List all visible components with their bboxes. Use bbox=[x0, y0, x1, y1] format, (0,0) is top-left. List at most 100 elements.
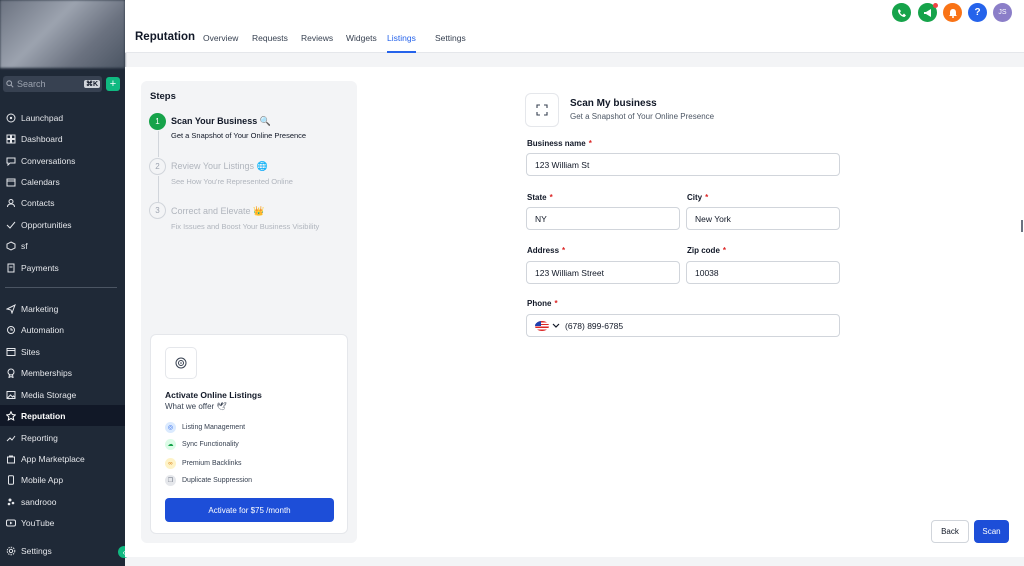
sidebar-item-dashboard[interactable]: Dashboard bbox=[0, 128, 125, 149]
listing-management-icon: ◎ bbox=[165, 422, 176, 433]
tab-listings[interactable]: Listings bbox=[387, 33, 416, 53]
tab-widgets[interactable]: Widgets bbox=[346, 33, 377, 53]
sidebar-item-label: Settings bbox=[21, 545, 52, 556]
sidebar-item-opportunities[interactable]: Opportunities bbox=[0, 214, 125, 235]
scan-badge bbox=[525, 93, 559, 127]
announcements-button[interactable] bbox=[918, 3, 938, 22]
sidebar-item-label: Opportunities bbox=[21, 219, 72, 230]
tab-settings[interactable]: Settings bbox=[435, 33, 466, 53]
chevron-down-icon[interactable] bbox=[552, 323, 560, 329]
address-label: Address * bbox=[527, 246, 565, 255]
sidebar-item-sandrooo[interactable]: sandrooo bbox=[0, 491, 125, 512]
scrollbar[interactable] bbox=[1021, 220, 1023, 232]
search-input[interactable]: Search ⌘K bbox=[3, 76, 102, 92]
sidebar-item-label: Sites bbox=[21, 346, 40, 357]
step-number-3: 3 bbox=[149, 202, 166, 219]
tab-overview[interactable]: Overview bbox=[203, 33, 238, 53]
bell-icon bbox=[948, 8, 957, 18]
form-subtitle: Get a Snapshot of Your Online Presence bbox=[570, 112, 715, 121]
sidebar-item-settings[interactable]: Settings bbox=[0, 540, 125, 561]
sidebar-item-sites[interactable]: Sites bbox=[0, 341, 125, 362]
sidebar-item-marketing[interactable]: Marketing bbox=[0, 298, 125, 319]
launchpad-icon bbox=[5, 112, 16, 123]
sidebar-item-automation[interactable]: Automation bbox=[0, 319, 125, 340]
steps-title: Steps bbox=[150, 91, 176, 102]
sidebar-item-label: Reporting bbox=[21, 432, 58, 443]
sidebar-item-payments[interactable]: Payments bbox=[0, 257, 125, 278]
label-text: Business name bbox=[527, 139, 586, 148]
step-connector bbox=[158, 131, 159, 157]
tab-requests[interactable]: Requests bbox=[252, 33, 288, 53]
feature-item: ☁ Sync Functionality bbox=[165, 439, 239, 450]
promo-subtitle: What we offer 🕊 bbox=[165, 402, 227, 411]
feature-label: Premium Backlinks bbox=[182, 460, 242, 467]
step-title-1: Scan Your Business 🔍 bbox=[171, 116, 271, 126]
sidebar-item-label: sandrooo bbox=[21, 496, 57, 507]
step-connector bbox=[158, 176, 159, 202]
step-title-2: Review Your Listings 🌐 bbox=[171, 161, 268, 171]
quick-add-button[interactable]: + bbox=[106, 77, 120, 91]
page-title: Reputation bbox=[135, 31, 196, 43]
sidebar-item-app-marketplace[interactable]: App Marketplace bbox=[0, 448, 125, 469]
sidebar-item-reputation[interactable]: Reputation bbox=[0, 405, 125, 426]
form-title: Scan My business bbox=[570, 98, 657, 109]
sidebar-item-youtube[interactable]: YouTube bbox=[0, 512, 125, 533]
phone-value[interactable]: (678) 899-6785 bbox=[565, 321, 623, 331]
us-flag-icon[interactable] bbox=[535, 320, 549, 331]
phone-icon bbox=[897, 8, 906, 17]
megaphone-icon bbox=[923, 8, 931, 17]
phone-field[interactable]: (678) 899-6785 bbox=[526, 314, 840, 337]
city-label: City * bbox=[687, 193, 708, 202]
sidebar-item-reporting[interactable]: Reporting bbox=[0, 427, 125, 448]
address-field[interactable]: 123 William Street bbox=[526, 261, 680, 284]
scan-button[interactable]: Scan bbox=[974, 520, 1009, 543]
scan-icon bbox=[536, 104, 548, 116]
step-number-1: 1 bbox=[149, 113, 166, 130]
required-mark: * bbox=[549, 193, 553, 202]
search-icon bbox=[6, 80, 14, 88]
notifications-button[interactable] bbox=[943, 3, 962, 22]
label-text: Phone bbox=[527, 299, 552, 308]
step-subtitle-2: See How You're Represented Online bbox=[171, 177, 293, 186]
zip-code-field[interactable]: 10038 bbox=[686, 261, 840, 284]
activate-button[interactable]: Activate for $75 /month bbox=[165, 498, 334, 522]
steps-panel: Steps 1 Scan Your Business 🔍 Get a Snaps… bbox=[141, 81, 357, 543]
sidebar-item-label: Calendars bbox=[21, 176, 60, 187]
sidebar-item-contacts[interactable]: Contacts bbox=[0, 192, 125, 213]
sidebar-item-label: sf bbox=[21, 240, 28, 251]
sidebar-item-launchpad[interactable]: Launchpad bbox=[0, 107, 125, 128]
business-name-label: Business name * bbox=[527, 139, 592, 148]
required-mark: * bbox=[588, 139, 592, 148]
sidebar-item-calendars[interactable]: Calendars bbox=[0, 171, 125, 192]
back-button[interactable]: Back bbox=[931, 520, 969, 543]
sidebar-divider bbox=[5, 287, 117, 288]
company-logo[interactable] bbox=[0, 0, 125, 68]
label-text: Zip code bbox=[687, 246, 720, 255]
required-mark: * bbox=[562, 246, 566, 255]
sidebar-item-label: Launchpad bbox=[21, 112, 64, 123]
yelp-icon bbox=[5, 496, 16, 507]
notification-dot bbox=[933, 3, 938, 8]
state-field[interactable]: NY bbox=[526, 207, 680, 230]
sidebar-item-media-storage[interactable]: Media Storage bbox=[0, 384, 125, 405]
label-text: Address bbox=[527, 246, 560, 255]
sidebar-item-mobile-app[interactable]: Mobile App bbox=[0, 469, 125, 490]
mobile-icon bbox=[5, 474, 16, 485]
tab-reviews[interactable]: Reviews bbox=[301, 33, 333, 53]
sidebar-item-memberships[interactable]: Memberships bbox=[0, 362, 125, 383]
sidebar-item-sf[interactable]: sf bbox=[0, 235, 125, 256]
state-label: State * bbox=[527, 193, 553, 202]
send-icon bbox=[5, 303, 16, 314]
required-mark: * bbox=[705, 193, 709, 202]
city-field[interactable]: New York bbox=[686, 207, 840, 230]
business-name-field[interactable]: 123 William St bbox=[526, 153, 840, 176]
listings-badge bbox=[165, 347, 197, 379]
label-text: City bbox=[687, 193, 703, 202]
phone-button[interactable] bbox=[892, 3, 911, 22]
avatar[interactable]: JS bbox=[993, 3, 1012, 22]
help-button[interactable]: ? bbox=[968, 3, 987, 22]
sidebar-item-label: App Marketplace bbox=[21, 453, 85, 464]
step-subtitle-3: Fix Issues and Boost Your Business Visib… bbox=[171, 222, 320, 231]
sidebar-item-label: Conversations bbox=[21, 155, 76, 166]
sidebar-item-conversations[interactable]: Conversations bbox=[0, 150, 125, 171]
